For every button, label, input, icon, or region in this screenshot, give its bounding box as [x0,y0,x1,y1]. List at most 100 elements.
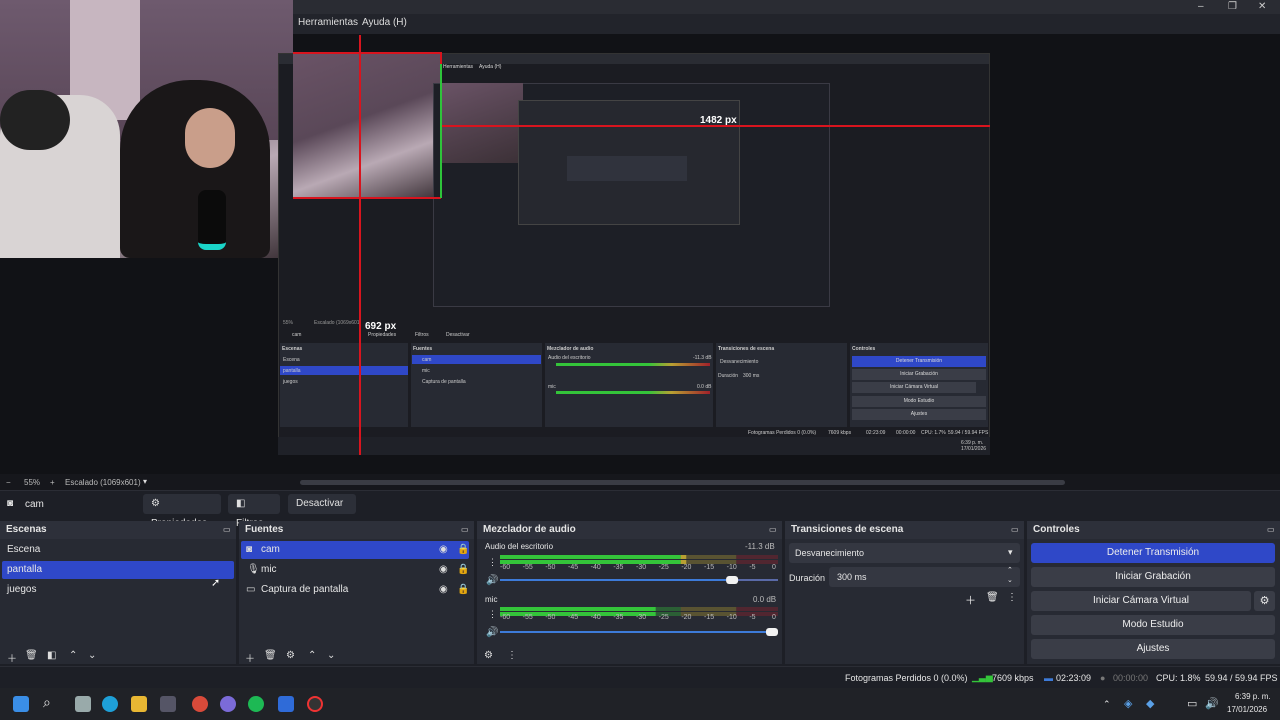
link-icon[interactable]: ⚙ [484,650,493,661]
store-icon[interactable] [160,696,176,712]
add-icon[interactable]: ＋ [965,592,976,608]
more-options-icon[interactable]: ⋮ [488,557,497,568]
meter-background [680,607,737,611]
nested-webcam-level2 [441,83,523,163]
start-recording-button[interactable]: Iniciar Grabación [1031,567,1275,587]
eye-icon[interactable]: ◉ [439,584,448,595]
trash-icon[interactable]: 🗑 [986,592,999,603]
obs-icon[interactable] [307,696,323,712]
nested-meter [556,391,710,394]
more-options-icon[interactable]: ⋮ [488,609,497,620]
chevron-up-icon[interactable]: ⌃ [1103,699,1111,710]
move-down-icon[interactable]: ⌄ [327,650,335,661]
maximize-button[interactable]: ❐ [1228,1,1237,12]
move-up-icon[interactable]: ⌃ [308,650,316,661]
db-tick-label: -20 [681,564,692,571]
dock-menu-icon[interactable]: ▭ [1011,525,1019,534]
edge-icon[interactable] [102,696,118,712]
chrome-icon[interactable] [192,696,208,712]
move-up-icon[interactable]: ⌃ [69,650,77,661]
scene-item[interactable]: Escena [2,541,234,559]
discord-icon[interactable] [220,696,236,712]
date[interactable]: 17/01/2026 [1227,705,1267,714]
dock-menu-icon[interactable]: ▭ [223,525,231,534]
minimize-button[interactable]: – [1198,1,1204,12]
gear-icon[interactable]: ⚙ [286,650,295,661]
add-icon[interactable]: ＋ [245,650,255,665]
zoom-out-button[interactable]: − [6,478,11,487]
scene-item[interactable]: juegos [2,581,234,599]
studio-mode-button[interactable]: Modo Estudio [1031,615,1275,635]
db-tick-label: 0 [772,614,776,621]
scale-dropdown-icon[interactable]: ▾ [143,477,147,486]
dock-menu-icon[interactable]: ▭ [1267,525,1275,534]
eye-icon[interactable]: ◉ [439,544,448,555]
trash-icon[interactable]: 🗑 [25,650,38,661]
chevron-down-icon: ▾ [1008,547,1013,557]
volume-slider-desktop[interactable] [500,576,778,584]
transition-select[interactable]: Desvanecimiento [789,543,1020,563]
source-item-selected[interactable]: cam [241,541,469,559]
add-icon[interactable]: ＋ [7,650,17,665]
nested-scene-item: juegos [283,379,298,385]
guide-line [359,35,361,455]
volume-slider-mic[interactable] [500,628,778,636]
selected-source-name: cam [25,499,44,510]
nested-screen-level4 [567,156,687,181]
menu-tools: Herramientas [298,17,359,28]
stop-stream-button[interactable]: Detener Transmisión [1031,543,1275,563]
meter-background [736,555,778,559]
lock-icon[interactable]: 🔒 [457,564,469,575]
gear-icon[interactable]: ⚙ [1254,591,1275,611]
stepper-down-icon[interactable]: ⌄ [1007,576,1013,584]
gear-icon: ⚙ [151,498,160,509]
lock-icon[interactable]: 🔒 [457,584,469,595]
nested-control-button: Ajustes [852,409,986,420]
scene-item-selected[interactable]: pantalla [2,561,234,579]
nested-control-button: Iniciar Cámara Virtual [852,382,976,393]
speaker-icon[interactable]: 🔊 [486,627,498,638]
deactivate-button[interactable]: Desactivar [288,494,356,514]
network-icon[interactable]: ▭ [1187,697,1197,710]
start-virtual-camera-button[interactable]: Iniciar Cámara Virtual [1031,591,1251,611]
lock-icon[interactable]: 🔒 [457,544,469,555]
task-view-icon[interactable] [75,696,91,712]
dock-menu-icon[interactable]: ▭ [769,525,777,534]
scenes-title: Escenas [0,521,236,539]
settings-button[interactable]: Ajustes [1031,639,1275,659]
preview-scrollbar[interactable] [300,480,1065,485]
volume-icon[interactable]: 🔊 [1205,697,1219,710]
dock-menu-icon[interactable]: ▭ [461,525,469,534]
tray-icon[interactable]: ◈ [1124,697,1132,710]
eye-icon[interactable]: ◉ [439,564,448,575]
nested-controls-title: Controles [852,346,876,352]
stepper-up-icon[interactable]: ⌃ [1007,566,1013,574]
zoom-in-button[interactable]: + [50,478,55,487]
duration-input[interactable]: 300 ms [829,567,1020,587]
source-item[interactable]: Captura de pantalla [241,581,469,599]
db-tick-label: -25 [658,614,669,621]
tray-icon[interactable]: ◆ [1146,697,1154,710]
spotify-icon[interactable] [248,696,264,712]
more-options-icon[interactable]: ⋮ [1007,592,1017,603]
clock[interactable]: 6:39 p. m. [1235,692,1271,701]
app-icon[interactable] [278,696,294,712]
nested-control-button: Detener Transmisión [852,356,986,367]
db-tick-label: -5 [749,614,756,621]
move-down-icon[interactable]: ⌄ [88,650,96,661]
slider-handle[interactable] [766,628,778,636]
trash-icon[interactable]: 🗑 [264,650,277,661]
filters-button[interactable]: ◧ Filtros [228,494,280,529]
properties-button[interactable]: ⚙ Propiedades [143,494,221,529]
search-icon[interactable]: ⌕ [43,694,51,711]
speaker-icon[interactable]: 🔊 [486,575,498,586]
more-options-icon[interactable]: ⋮ [507,650,517,661]
nested-menu-tools: Herramientas [443,64,474,70]
file-explorer-icon[interactable] [131,696,147,712]
windows-start-icon[interactable] [13,696,29,712]
source-item[interactable]: mic [241,561,469,579]
slider-handle[interactable] [726,576,739,584]
close-button[interactable]: ✕ [1258,1,1266,12]
filter-icon[interactable]: ◧ [47,650,56,661]
sources-title: Fuentes [239,521,474,539]
